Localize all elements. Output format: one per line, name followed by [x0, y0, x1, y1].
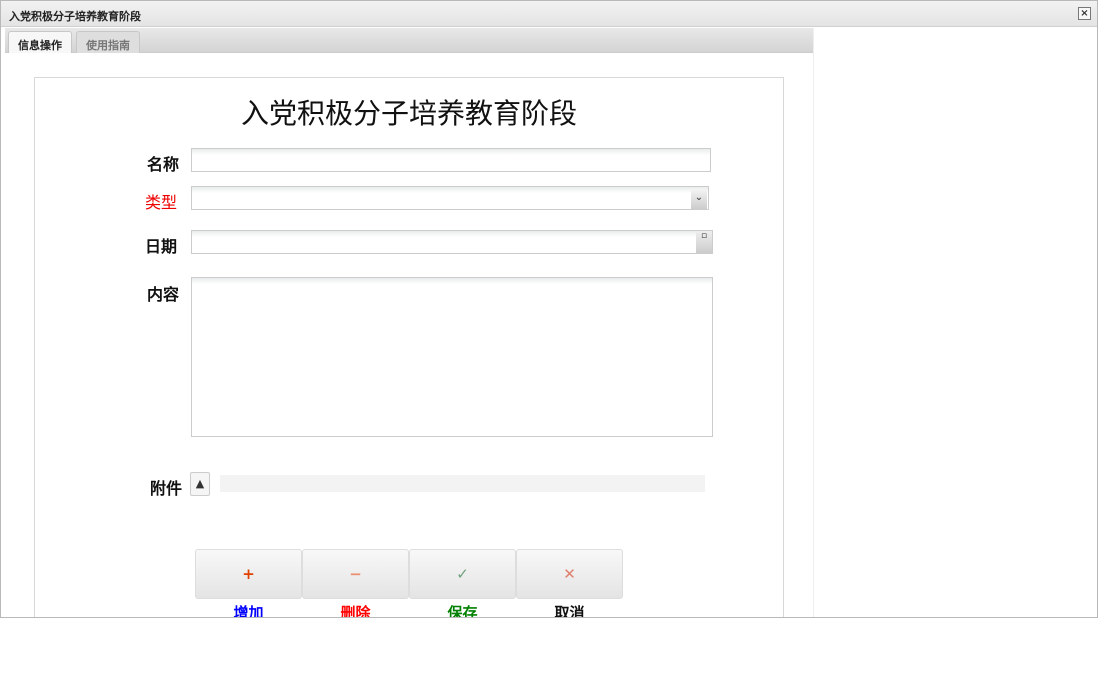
main-panel: 信息操作 使用指南 入党积极分子培养教育阶段 名称 类型 ⌄ 日期 ▫ 内容 附… — [5, 28, 813, 617]
content-label: 内容 — [147, 285, 180, 304]
form-title: 入党积极分子培养教育阶段 — [240, 97, 577, 130]
chevron-down-icon[interactable]: ⌄ — [691, 189, 707, 209]
cancel-button[interactable]: ✕ — [516, 549, 623, 599]
name-input[interactable] — [191, 148, 711, 172]
attachment-field[interactable] — [220, 475, 705, 492]
name-label: 名称 — [147, 155, 180, 174]
save-label[interactable]: 保存 — [409, 602, 516, 617]
type-label: 类型 — [145, 193, 178, 212]
attachment-label: 附件 — [150, 479, 183, 498]
type-select[interactable]: ⌄ — [191, 186, 709, 210]
close-icon[interactable]: × — [1078, 7, 1091, 20]
add-button[interactable]: + — [195, 549, 302, 599]
right-panel — [813, 28, 1095, 617]
title-bar: 入党积极分子培养教育阶段 × — [1, 1, 1097, 27]
tab-user-guide[interactable]: 使用指南 — [76, 31, 140, 53]
date-input[interactable]: ▫ — [191, 230, 713, 254]
save-button[interactable]: ✓ — [409, 549, 516, 599]
cancel-label[interactable]: 取消 — [516, 602, 623, 617]
add-label[interactable]: 增加 — [195, 602, 302, 617]
calendar-icon[interactable]: ▫ — [696, 231, 712, 253]
delete-button[interactable]: − — [302, 549, 409, 599]
window-title: 入党积极分子培养教育阶段 — [9, 10, 141, 23]
form-panel: 入党积极分子培养教育阶段 名称 类型 ⌄ 日期 ▫ 内容 附件 ▲ + − ✓ … — [34, 77, 784, 617]
tab-bar: 信息操作 使用指南 — [5, 28, 813, 53]
dialog-window: 入党积极分子培养教育阶段 × 信息操作 使用指南 入党积极分子培养教育阶段 名称… — [0, 0, 1098, 618]
tab-info-operation[interactable]: 信息操作 — [8, 31, 72, 53]
date-label: 日期 — [145, 237, 178, 256]
upload-icon[interactable]: ▲ — [190, 472, 210, 496]
content-textarea[interactable] — [191, 277, 713, 437]
delete-label[interactable]: 删除 — [302, 602, 409, 617]
